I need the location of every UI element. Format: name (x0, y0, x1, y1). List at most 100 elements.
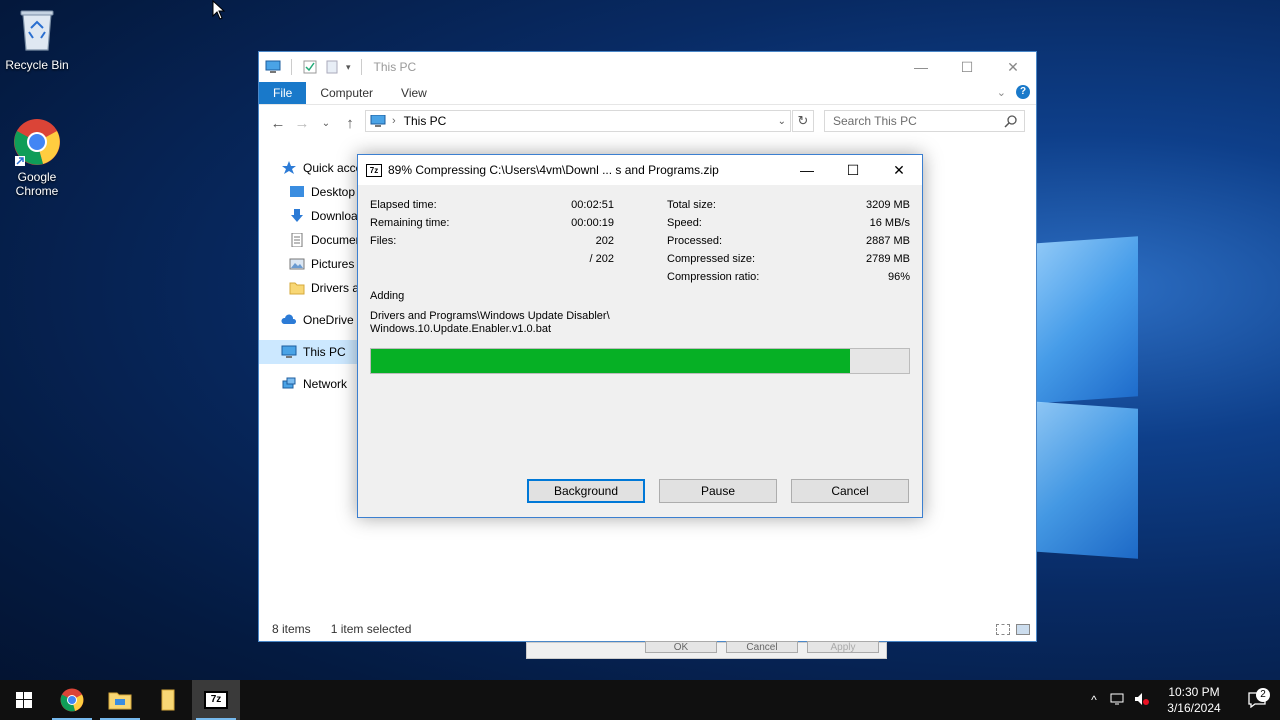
explorer-title: This PC (373, 60, 417, 74)
recycle-bin-label: Recycle Bin (5, 58, 69, 72)
pictures-icon (289, 258, 305, 270)
files-total: / 202 (589, 253, 614, 265)
ok-button[interactable]: OK (645, 641, 717, 653)
cancel-button[interactable]: Cancel (791, 479, 909, 503)
computer-icon (265, 60, 281, 73)
nav-label: Pictures (311, 257, 355, 271)
search-placeholder: Search This PC (833, 114, 917, 128)
ribbon-tabs: File Computer View (259, 82, 1036, 104)
quick-access-dropdown-icon[interactable]: ▾ (346, 62, 351, 73)
up-arrow-icon[interactable]: ↑ (339, 115, 361, 132)
system-tray: ^ 10:30 PM 3/16/2024 2 (1082, 680, 1280, 720)
compressed-size-label: Compressed size: (667, 253, 756, 265)
nav-item-network[interactable]: Network (259, 372, 359, 396)
file-explorer-icon (108, 692, 132, 710)
notification-badge: 2 (1256, 688, 1270, 702)
desktop-folder-icon (290, 186, 304, 197)
compressed-size-value: 2789 MB (865, 253, 910, 265)
nav-item-downloads[interactable]: Downloads (259, 204, 359, 228)
action-center-button[interactable]: 2 (1234, 688, 1280, 708)
processed-value: 2887 MB (865, 235, 910, 247)
expand-ribbon-icon[interactable]: ⌄ (997, 86, 1006, 99)
show-hidden-icons-chevron-icon[interactable]: ^ (1082, 693, 1106, 707)
cancel-button[interactable]: Cancel (726, 641, 798, 653)
nav-label: Drivers and Programs (311, 281, 359, 295)
selected-count: 1 item selected (330, 622, 412, 636)
apply-button[interactable]: Apply (807, 641, 879, 653)
details-view-icon[interactable] (996, 623, 1010, 635)
help-icon[interactable]: ? (1016, 85, 1030, 99)
maximize-button[interactable]: ☐ (944, 52, 990, 82)
tab-file[interactable]: File (259, 82, 307, 104)
volume-muted-icon[interactable] (1130, 692, 1154, 709)
progress-bar-fill (371, 349, 850, 373)
search-input[interactable]: Search This PC (824, 110, 1025, 132)
progress-bar (370, 348, 910, 374)
desktop-chrome-shortcut[interactable]: Google Chrome (0, 118, 74, 198)
network-icon (282, 377, 296, 389)
navigation-pane: Quick access Desktop Downloads Documents… (259, 156, 359, 396)
address-bar[interactable]: › This PC ⌄ (365, 110, 791, 132)
nav-item-onedrive[interactable]: OneDrive (259, 308, 359, 332)
nav-item-desktop[interactable]: Desktop (259, 180, 359, 204)
search-icon (1004, 115, 1017, 128)
adding-label: Adding (370, 290, 405, 302)
tab-computer[interactable]: Computer (306, 82, 387, 104)
taskbar-chrome[interactable] (48, 680, 96, 720)
nav-item-documents[interactable]: Documents (259, 228, 359, 252)
nav-item-this-pc[interactable]: This PC (259, 340, 359, 364)
documents-icon (291, 233, 303, 247)
clock[interactable]: 10:30 PM 3/16/2024 (1154, 684, 1234, 716)
minimize-button[interactable]: — (898, 52, 944, 82)
nav-item-pictures[interactable]: Pictures (259, 252, 359, 276)
background-button[interactable]: Background (527, 479, 645, 503)
speed-value: 16 MB/s (869, 217, 910, 229)
item-count: 8 items (272, 622, 311, 636)
taskbar-notepad[interactable] (144, 680, 192, 720)
total-size-label: Total size: (667, 199, 716, 211)
recycle-bin-icon (13, 6, 61, 54)
elapsed-value: 00:02:51 (571, 199, 614, 211)
status-bar: 8 items 1 item selected (259, 617, 1036, 641)
files-label: Files: (370, 235, 397, 247)
zip-minimize-button[interactable]: — (784, 155, 830, 185)
nav-label: Quick access (303, 161, 359, 175)
refresh-button[interactable]: ↻ (792, 110, 814, 132)
zip-title: 89% Compressing C:\Users\4vm\Downl ... s… (388, 163, 719, 177)
computer-icon (281, 345, 297, 358)
computer-icon (370, 115, 386, 127)
new-folder-icon[interactable] (324, 60, 340, 74)
tab-view[interactable]: View (387, 82, 441, 104)
breadcrumb-chevron-icon[interactable]: › (392, 115, 396, 127)
address-dropdown-icon[interactable]: ⌄ (778, 116, 786, 127)
nav-item-drivers-and-programs[interactable]: Drivers and Programs (259, 276, 359, 300)
properties-check-icon[interactable] (302, 60, 318, 74)
7zip-progress-dialog[interactable]: 7z 89% Compressing C:\Users\4vm\Downl ..… (357, 154, 923, 518)
7zip-icon: 7z (204, 691, 228, 709)
start-icon (16, 692, 32, 708)
download-arrow-icon (291, 209, 303, 222)
back-arrow-icon[interactable]: ← (267, 115, 289, 132)
address-text: This PC (403, 114, 447, 128)
desktop-recycle-bin[interactable]: Recycle Bin (0, 6, 74, 72)
compression-ratio-label: Compression ratio: (667, 271, 760, 283)
taskbar-7zip[interactable]: 7z (192, 680, 240, 720)
nav-label: Desktop (311, 185, 356, 199)
nav-label: Documents (311, 233, 359, 247)
large-icons-view-icon[interactable] (1016, 623, 1030, 635)
forward-arrow-icon[interactable]: → (291, 115, 313, 132)
zip-maximize-button[interactable]: ☐ (830, 155, 876, 185)
nav-item-quick-access[interactable]: Quick access (259, 156, 359, 180)
compression-ratio-value: 96% (887, 271, 910, 283)
star-icon (282, 161, 296, 174)
recent-locations-icon[interactable]: ⌄ (315, 118, 337, 129)
7zip-icon: 7z (366, 163, 382, 177)
start-button[interactable] (0, 680, 48, 720)
taskbar-file-explorer[interactable] (96, 680, 144, 720)
chrome-icon (60, 688, 84, 712)
zip-close-button[interactable]: ✕ (876, 155, 922, 185)
taskbar: 7z ^ 10:30 PM 3/16/2024 2 (0, 680, 1280, 720)
close-button[interactable]: ✕ (990, 52, 1036, 82)
network-status-icon[interactable] (1106, 692, 1130, 709)
pause-button[interactable]: Pause (659, 479, 777, 503)
